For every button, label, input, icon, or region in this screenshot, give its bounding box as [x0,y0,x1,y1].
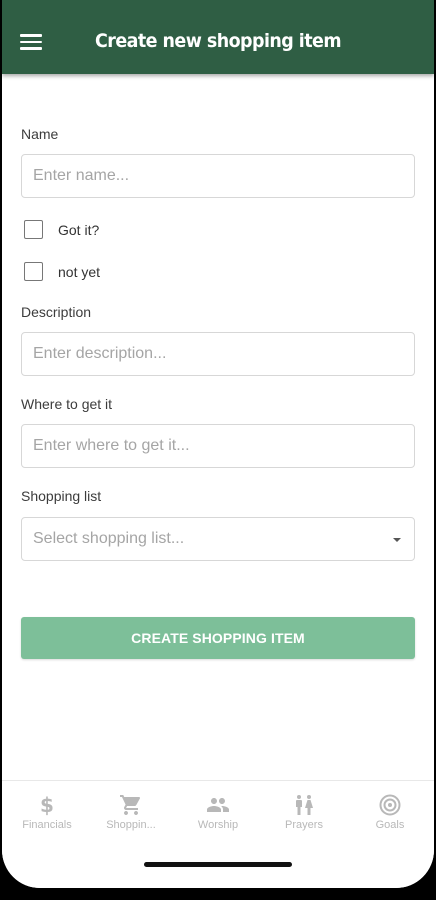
shopping-list-select[interactable]: Select shopping list... [21,517,415,561]
nav-label-shopping: Shoppin... [106,819,156,831]
dropdown-arrow-icon [393,538,401,542]
name-input[interactable] [21,154,415,198]
home-indicator [144,862,292,867]
description-label: Description [21,304,92,320]
nav-label-goals: Goals [375,819,405,831]
page-title: Create new shopping item [94,30,342,52]
not-yet-label: not yet [58,264,101,280]
got-it-label: Got it? [58,222,100,238]
where-input[interactable] [21,424,415,468]
cart-icon [88,793,174,817]
nav-item-worship[interactable]: Worship [175,793,261,841]
shopping-list-label: Shopping list [21,488,102,504]
description-input[interactable] [21,332,415,376]
people-icon [175,793,261,817]
nav-label-financials: Financials [22,819,72,831]
app-bar: Create new shopping item [2,0,434,74]
phone-screen: Create new shopping item Name Got it? no… [2,0,434,888]
bottom-navigation: $ Financials Shoppin... Worship Prayers [2,780,434,888]
create-shopping-item-button[interactable]: CREATE SHOPPING ITEM [21,617,415,659]
not-yet-checkbox[interactable] [24,262,43,281]
nav-item-prayers[interactable]: Prayers [261,793,347,841]
nav-item-shopping[interactable]: Shoppin... [88,793,174,841]
nav-item-financials[interactable]: $ Financials [4,793,90,841]
target-icon [347,793,433,817]
nav-label-worship: Worship [197,819,239,831]
dollar-icon: $ [40,793,54,817]
got-it-checkbox[interactable] [24,220,43,239]
family-icon [261,793,347,817]
nav-label-prayers: Prayers [285,819,323,831]
nav-item-goals[interactable]: Goals [347,793,433,841]
name-label: Name [21,126,59,142]
where-label: Where to get it [21,396,113,412]
shopping-list-placeholder: Select shopping list... [33,530,185,547]
